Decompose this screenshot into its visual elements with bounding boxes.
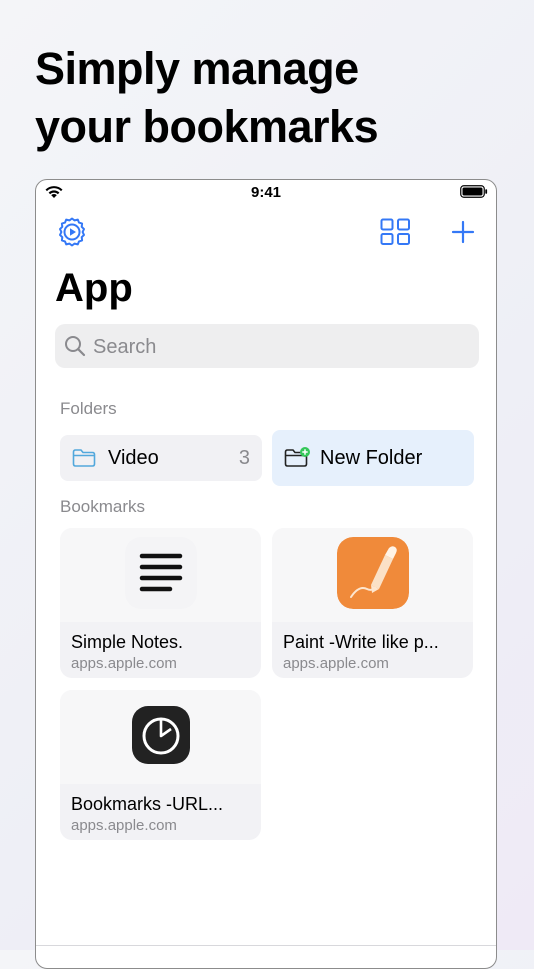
status-time: 9:41 xyxy=(250,184,282,201)
new-folder-label: New Folder xyxy=(320,447,423,469)
headline: Simply manage your bookmarks xyxy=(35,40,379,156)
headline-line-2: your bookmarks xyxy=(35,101,379,152)
bookmark-title: Bookmarks -URL... xyxy=(71,794,224,814)
bookmark-url: apps.apple.com xyxy=(71,655,177,672)
settings-gear-icon[interactable] xyxy=(56,216,88,248)
folder-icon xyxy=(72,449,96,467)
search-input[interactable] xyxy=(91,324,465,370)
bookmark-thumbnail xyxy=(272,528,473,622)
search-bar[interactable] xyxy=(55,324,479,370)
bookmarks-app-icon xyxy=(132,706,190,764)
status-bar: 9:41 xyxy=(36,180,496,204)
new-folder-button[interactable]: New Folder xyxy=(272,430,474,486)
paint-app-icon xyxy=(337,537,409,609)
headline-line-1: Simply manage xyxy=(35,43,359,94)
bookmark-card-bookmarks[interactable]: Bookmarks -URL... apps.apple.com xyxy=(60,690,261,840)
bookmark-title: Paint -Write like p... xyxy=(283,632,439,652)
notes-app-icon xyxy=(125,537,197,609)
page-title: App xyxy=(55,266,133,310)
bookmarks-section-label: Bookmarks xyxy=(60,497,146,516)
bookmark-url: apps.apple.com xyxy=(283,655,389,672)
bookmark-title: Simple Notes. xyxy=(71,632,184,652)
bottom-divider xyxy=(36,945,496,946)
new-folder-icon xyxy=(284,447,310,467)
bookmark-card-simple-notes[interactable]: Simple Notes. apps.apple.com xyxy=(60,528,261,678)
bookmark-url: apps.apple.com xyxy=(71,817,177,834)
battery-icon xyxy=(460,185,488,198)
search-icon xyxy=(65,336,86,357)
folder-video[interactable]: Video 3 xyxy=(60,435,262,481)
plus-icon[interactable] xyxy=(451,220,475,244)
grid-view-icon[interactable] xyxy=(380,218,411,246)
folder-count: 3 xyxy=(238,447,250,469)
bookmark-thumbnail xyxy=(60,690,261,784)
bookmark-card-paint[interactable]: Paint -Write like p... apps.apple.com xyxy=(272,528,473,678)
folder-label: Video xyxy=(108,447,159,469)
bookmark-thumbnail xyxy=(60,528,261,622)
folders-section-label: Folders xyxy=(60,399,117,418)
phone-frame: 9:41 App Search Folders Video 3 New Fold… xyxy=(35,179,497,969)
